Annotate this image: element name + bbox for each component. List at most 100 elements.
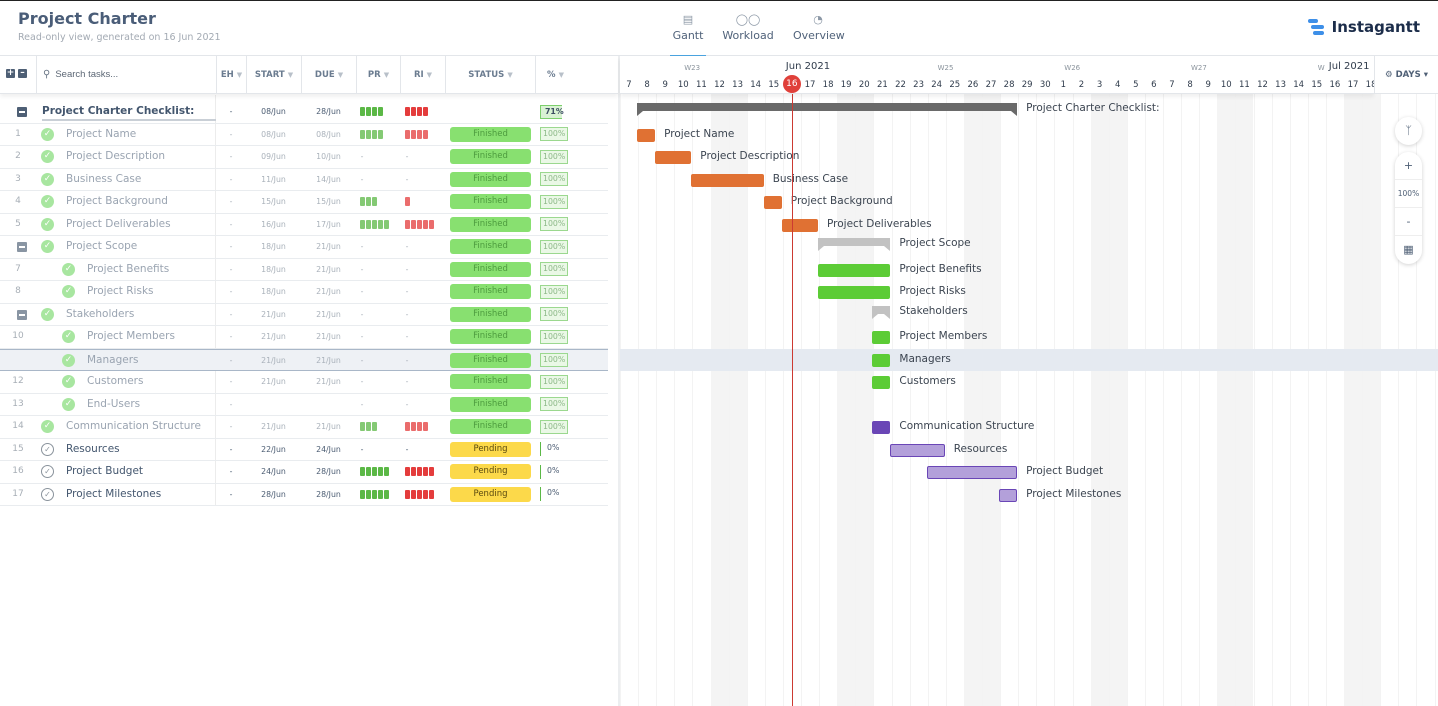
task-row[interactable]: ✓ Stakeholders - 21/Jun 21/Jun - - Finished 100%	[0, 304, 608, 326]
task-bar[interactable]	[818, 263, 891, 277]
tab-gantt[interactable]: ▤ Gantt	[670, 13, 706, 57]
task-bar[interactable]	[872, 421, 891, 434]
task-name[interactable]: Project Members	[87, 330, 175, 342]
task-row[interactable]: 2 ✓ Project Description - 09/Jun 10/Jun - - Fini…	[0, 146, 608, 169]
collapse-toggle-icon[interactable]	[17, 242, 27, 252]
completed-check-icon[interactable]: ✓	[41, 127, 54, 141]
task-row[interactable]: ✓ Project Scope - 18/Jun 21/Jun - - Finished 100…	[0, 236, 608, 259]
completed-check-icon[interactable]: ✓	[41, 172, 54, 186]
completed-check-icon[interactable]: ✓	[62, 330, 75, 343]
completed-check-icon[interactable]: ✓	[62, 353, 75, 367]
task-name[interactable]: Customers	[87, 375, 143, 387]
task-bar[interactable]	[763, 196, 782, 209]
collapse-toggle-icon[interactable]	[17, 107, 27, 117]
task-name[interactable]: Project Description	[66, 150, 165, 162]
filter-icon[interactable]: ▼	[237, 71, 242, 79]
task-bar[interactable]	[818, 286, 891, 299]
column-eh[interactable]: EH ▼	[216, 56, 246, 93]
completed-check-icon[interactable]: ✓	[41, 217, 54, 231]
completed-check-icon[interactable]: ✓	[62, 262, 75, 276]
search-input[interactable]	[55, 69, 206, 80]
filter-icon[interactable]: ▼	[427, 71, 432, 79]
summary-bar[interactable]	[872, 305, 891, 319]
zoom-out-button[interactable]: -	[1395, 208, 1422, 236]
task-row[interactable]: ✓ Managers - 21/Jun 21/Jun - - Finished 100%	[0, 348, 608, 371]
task-name[interactable]: End-Users	[87, 398, 140, 410]
task-row[interactable]: 14 ✓ Communication Structure - 21/Jun 21/Jun F…	[0, 416, 608, 439]
map-icon[interactable]: ▦	[1395, 236, 1422, 264]
task-bar[interactable]	[872, 376, 891, 389]
task-name[interactable]: Project Benefits	[87, 263, 169, 275]
task-name[interactable]: Project Deliverables	[66, 218, 171, 230]
task-row[interactable]: 16 ✓ Project Budget - 24/Jun 28/Jun Pending 0%	[0, 461, 608, 484]
task-name[interactable]: Project Risks	[87, 285, 154, 297]
filter-icon[interactable]: ▼	[507, 71, 512, 79]
completed-check-icon[interactable]: ✓	[41, 240, 54, 253]
filter-icon[interactable]: ▼	[559, 71, 564, 79]
column-pr[interactable]: PR ▼	[356, 56, 400, 93]
pending-check-icon[interactable]: ✓	[41, 442, 54, 456]
expand-all-button[interactable]: +	[6, 69, 15, 78]
column-ri[interactable]: RI ▼	[400, 56, 445, 93]
column-status[interactable]: STATUS ▼	[445, 56, 535, 93]
column-due[interactable]: DUE ▼	[301, 56, 356, 93]
tab-overview[interactable]: ◔ Overview	[793, 13, 845, 57]
task-bar[interactable]	[890, 443, 945, 457]
completed-check-icon[interactable]: ✓	[62, 375, 75, 388]
task-row[interactable]: 5 ✓ Project Deliverables - 16/Jun 17/Jun Finis…	[0, 214, 608, 236]
task-row[interactable]: 7 ✓ Project Benefits - 18/Jun 21/Jun - - Finishe…	[0, 259, 608, 281]
summary-bar[interactable]	[637, 103, 1018, 116]
tab-workload[interactable]: ◯◯ Workload	[722, 13, 774, 57]
task-name[interactable]: Managers	[87, 354, 139, 366]
task-bar[interactable]	[691, 173, 764, 187]
collapse-toggle-icon[interactable]	[17, 309, 27, 320]
pending-check-icon[interactable]: ✓	[41, 487, 54, 501]
task-name[interactable]: Project Scope	[66, 240, 137, 252]
completed-check-icon[interactable]: ✓	[41, 195, 54, 208]
column-percent[interactable]: % ▼	[535, 56, 575, 93]
column-start[interactable]: START ▼	[246, 56, 301, 93]
completed-check-icon[interactable]: ✓	[41, 420, 54, 433]
task-bar[interactable]	[637, 128, 656, 142]
task-bar[interactable]	[872, 331, 891, 344]
task-row[interactable]: 8 ✓ Project Risks - 18/Jun 21/Jun - - Finished 10…	[0, 281, 608, 304]
task-row[interactable]: 1 ✓ Project Name - 08/Jun 08/Jun Finished 100%	[0, 124, 608, 146]
collapse-all-button[interactable]: –	[18, 69, 27, 78]
scale-dropdown[interactable]: ⚙ DAYS ▾	[1374, 56, 1438, 94]
completed-check-icon[interactable]: ✓	[62, 285, 75, 298]
task-bar[interactable]	[999, 488, 1018, 502]
task-name[interactable]: Stakeholders	[66, 308, 134, 320]
filter-icon[interactable]: ▼	[384, 71, 389, 79]
completed-check-icon[interactable]: ✓	[41, 307, 54, 321]
task-row[interactable]: 3 ✓ Business Case - 11/Jun 14/Jun - - Finished 10…	[0, 169, 608, 191]
task-bar[interactable]	[781, 218, 818, 232]
task-name[interactable]: Project Budget	[66, 465, 143, 477]
filter-icon[interactable]: ▼	[338, 71, 343, 79]
filter-icon[interactable]: ▼	[288, 71, 293, 79]
task-bar[interactable]	[926, 466, 1018, 479]
task-bar[interactable]	[655, 151, 692, 164]
task-row[interactable]: 4 ✓ Project Background - 15/Jun 15/Jun Finishe…	[0, 191, 608, 214]
task-name[interactable]: Project Milestones	[66, 488, 161, 500]
task-row[interactable]: 15 ✓ Resources - 22/Jun 24/Jun - - Pending 0%	[0, 439, 608, 461]
task-name[interactable]: Resources	[66, 443, 120, 455]
task-row[interactable]: 12 ✓ Customers - 21/Jun 21/Jun - - Finished 100%	[0, 371, 608, 394]
pending-check-icon[interactable]: ✓	[41, 465, 54, 478]
task-name[interactable]: Project Name	[66, 128, 136, 140]
task-name[interactable]: Communication Structure	[66, 420, 201, 432]
zoom-in-button[interactable]: +	[1395, 152, 1422, 180]
summary-bar[interactable]	[818, 238, 891, 251]
completed-check-icon[interactable]: ✓	[62, 397, 75, 411]
task-bar[interactable]	[872, 353, 891, 367]
task-row[interactable]: 17 ✓ Project Milestones - 28/Jun 28/Jun Pendin…	[0, 484, 608, 506]
task-name[interactable]: Business Case	[66, 173, 141, 185]
effort-hours: -	[229, 197, 233, 206]
task-name[interactable]: Project Background	[66, 195, 168, 207]
task-row[interactable]: 10 ✓ Project Members - 21/Jun 21/Jun - - Finishe…	[0, 326, 608, 349]
completed-check-icon[interactable]: ✓	[41, 150, 54, 163]
task-row[interactable]: 13 ✓ End-Users - - - Finished 100%	[0, 394, 608, 416]
effort-hours: -	[229, 174, 233, 184]
task-row[interactable]: Project Charter Checklist: - 08/Jun 28/Jun 7…	[0, 101, 608, 124]
task-name[interactable]: Project Charter Checklist:	[42, 105, 216, 121]
dependencies-button[interactable]: ᛉ	[1395, 117, 1422, 145]
